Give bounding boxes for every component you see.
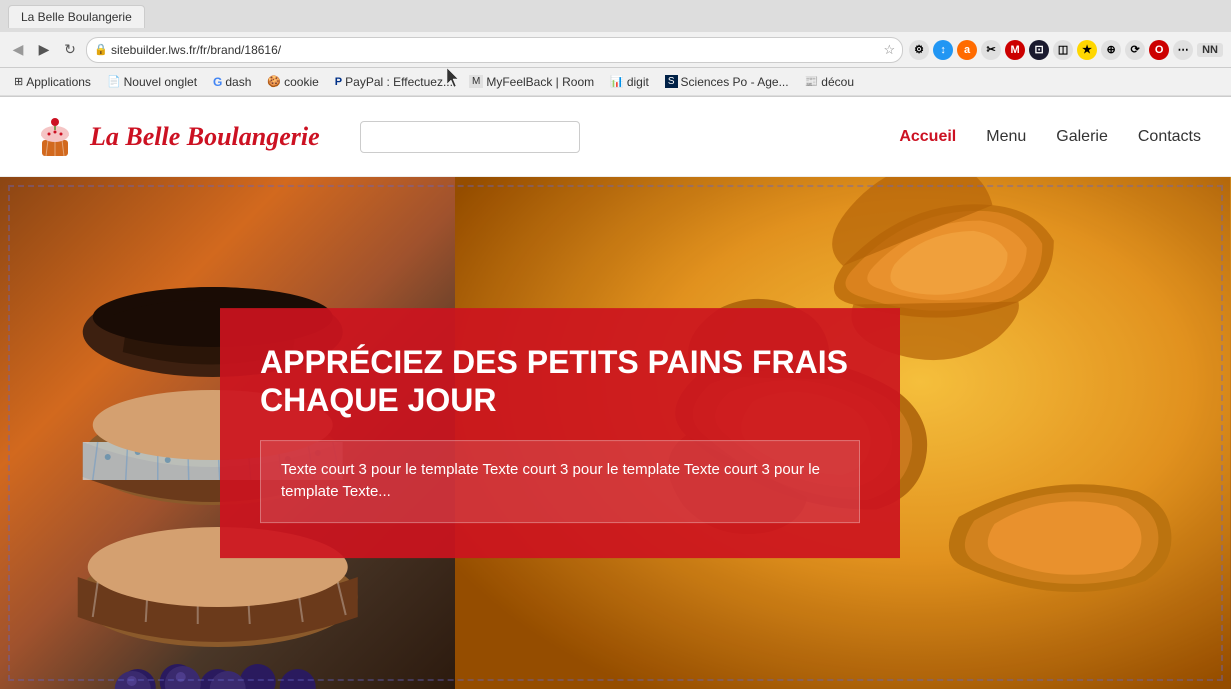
browser-icons-right: ⚙ ↕ a ✂ M ⊡ ◫ ★ ⊕ ⟳ O ⋯ NN bbox=[909, 40, 1223, 60]
address-field-wrap: 🔒 ☆ bbox=[86, 37, 903, 63]
bookmark-cookie[interactable]: 🍪 cookie bbox=[261, 73, 324, 91]
nb-badge: NN bbox=[1197, 43, 1223, 57]
amazon-icon[interactable]: a bbox=[957, 40, 977, 60]
lock-icon: 🔒 bbox=[94, 43, 108, 56]
site-title: La Belle Boulangerie bbox=[90, 122, 320, 152]
tool2-icon[interactable]: ⊡ bbox=[1029, 40, 1049, 60]
favorites-icon[interactable]: ★ bbox=[1077, 40, 1097, 60]
bookmark-decou[interactable]: 📰 décou bbox=[799, 73, 860, 91]
opera-icon[interactable]: O bbox=[1149, 40, 1169, 60]
ext3-icon[interactable]: ⋯ bbox=[1173, 40, 1193, 60]
bookmark-myfeelback[interactable]: M MyFeelBack | Room bbox=[463, 73, 600, 91]
forward-button[interactable]: ▶ bbox=[34, 40, 54, 60]
bookmark-dash[interactable]: G dash bbox=[207, 73, 257, 91]
back-button[interactable]: ◀ bbox=[8, 40, 28, 60]
gmail-icon[interactable]: M bbox=[1005, 40, 1025, 60]
website-content: La Belle Boulangerie Accueil Menu Galeri… bbox=[0, 97, 1231, 689]
nav-menu[interactable]: Menu bbox=[986, 128, 1026, 146]
extensions-icon[interactable]: ⚙ bbox=[909, 40, 929, 60]
ext2-icon[interactable]: ⟳ bbox=[1125, 40, 1145, 60]
bookmark-sciences-po[interactable]: S Sciences Po - Age... bbox=[659, 73, 795, 91]
ext1-icon[interactable]: ⊕ bbox=[1101, 40, 1121, 60]
cupcake-icon bbox=[30, 112, 80, 162]
hero-headline: APPRÉCIEZ DES PETITS PAINS FRAIS CHAQUE … bbox=[260, 343, 860, 420]
hero-section: APPRÉCIEZ DES PETITS PAINS FRAIS CHAQUE … bbox=[0, 177, 1231, 689]
nav-accueil[interactable]: Accueil bbox=[899, 128, 956, 146]
google-icon: G bbox=[213, 75, 222, 89]
reload-button[interactable]: ↻ bbox=[60, 40, 80, 60]
hero-card: APPRÉCIEZ DES PETITS PAINS FRAIS CHAQUE … bbox=[220, 308, 900, 558]
sciences-po-icon: S bbox=[665, 75, 678, 88]
bookmark-digit[interactable]: 📊 digit bbox=[604, 73, 655, 91]
bookmark-applications[interactable]: ⊞ Applications bbox=[8, 73, 97, 91]
bookmark-nouvel-onglet[interactable]: 📄 Nouvel onglet bbox=[101, 73, 203, 91]
site-header: La Belle Boulangerie Accueil Menu Galeri… bbox=[0, 97, 1231, 177]
paypal-icon: P bbox=[335, 76, 342, 88]
bookmarks-bar: ⊞ Applications 📄 Nouvel onglet G dash 🍪 … bbox=[0, 68, 1231, 96]
page-icon: 📄 bbox=[107, 75, 121, 88]
address-input[interactable] bbox=[86, 37, 903, 63]
cookie-icon: 🍪 bbox=[267, 75, 281, 88]
news-icon: 📰 bbox=[805, 75, 819, 88]
site-search-input[interactable] bbox=[360, 121, 580, 153]
site-logo: La Belle Boulangerie bbox=[30, 112, 320, 162]
tool3-icon[interactable]: ◫ bbox=[1053, 40, 1073, 60]
tool1-icon[interactable]: ✂ bbox=[981, 40, 1001, 60]
myfeelback-icon: M bbox=[469, 75, 483, 88]
site-nav: Accueil Menu Galerie Contacts bbox=[899, 128, 1201, 146]
active-tab[interactable]: La Belle Boulangerie bbox=[8, 5, 145, 28]
nav-galerie[interactable]: Galerie bbox=[1056, 128, 1108, 146]
hero-body-text: Texte court 3 pour le template Texte cou… bbox=[281, 459, 839, 504]
nav-contacts[interactable]: Contacts bbox=[1138, 128, 1201, 146]
address-bar-row: ◀ ▶ ↻ 🔒 ☆ ⚙ ↕ a ✂ M ⊡ ◫ ★ ⊕ ⟳ O ⋯ NN bbox=[0, 32, 1231, 68]
hero-text-box: Texte court 3 pour le template Texte cou… bbox=[260, 440, 860, 523]
sync-icon[interactable]: ↕ bbox=[933, 40, 953, 60]
star-icon[interactable]: ☆ bbox=[883, 42, 895, 58]
browser-chrome: La Belle Boulangerie ◀ ▶ ↻ 🔒 ☆ ⚙ ↕ a ✂ M… bbox=[0, 0, 1231, 97]
bookmark-paypal[interactable]: P PayPal : Effectuez... bbox=[329, 73, 459, 91]
applications-icon: ⊞ bbox=[14, 75, 23, 88]
tab-bar: La Belle Boulangerie bbox=[0, 0, 1231, 32]
digit-icon: 📊 bbox=[610, 75, 624, 88]
